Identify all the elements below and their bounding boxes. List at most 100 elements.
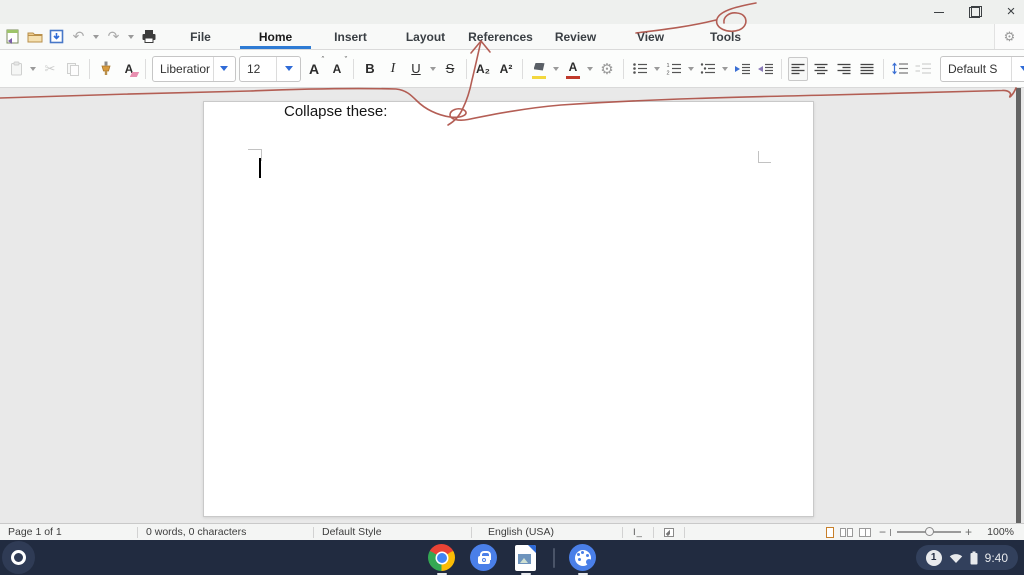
text-cursor	[259, 158, 261, 178]
underline-dropdown[interactable]	[430, 66, 436, 71]
paragraph-style-combobox[interactable]: Default S	[940, 55, 1024, 82]
strikethrough-button[interactable]: S	[440, 57, 460, 81]
cut-button[interactable]: ✂	[40, 57, 60, 81]
launcher-icon	[11, 550, 26, 565]
app-libreoffice-writer[interactable]	[511, 543, 540, 572]
app-gallery-palette[interactable]	[568, 543, 597, 572]
quick-toolbar: ↶ ↷	[0, 24, 163, 49]
document-app-icon	[515, 544, 536, 571]
subscript-button[interactable]: A₂	[473, 57, 493, 81]
redo-button[interactable]: ↷	[105, 28, 122, 45]
view-layout-buttons	[825, 526, 879, 538]
launcher-button[interactable]	[2, 541, 35, 574]
undo-button[interactable]: ↶	[70, 28, 87, 45]
numbered-list-button[interactable]: 12	[664, 57, 684, 81]
increase-font-size-button[interactable]: Aˆ	[304, 57, 324, 81]
battery-icon	[970, 551, 978, 564]
notebookbar-settings-gear-icon[interactable]: ⚙	[994, 24, 1024, 49]
superscript-button[interactable]: A²	[496, 57, 516, 81]
tab-file[interactable]: File	[163, 24, 238, 49]
font-size-combobox[interactable]: 12	[239, 55, 301, 82]
tab-review[interactable]: Review	[538, 24, 613, 49]
language-label[interactable]: English (USA)	[472, 526, 622, 538]
justify-button[interactable]	[857, 57, 877, 81]
zoom-in-button[interactable]: +	[965, 526, 972, 538]
document-page[interactable]: Collapse these:	[203, 101, 814, 517]
outline-list-dropdown[interactable]	[722, 66, 728, 71]
decrease-font-size-button[interactable]: Aˇ	[327, 57, 347, 81]
font-name-combobox[interactable]: Liberatior	[152, 55, 236, 82]
clear-formatting-button[interactable]: A	[119, 57, 139, 81]
home-toolbar: ✂ A Liberatior 12 Aˆ Aˇ B I U S A₂ A² A …	[0, 50, 1024, 88]
highlight-color-dropdown[interactable]	[553, 66, 559, 71]
svg-text:2: 2	[667, 71, 670, 76]
highlight-color-button[interactable]	[529, 57, 549, 81]
highlighter-icon	[533, 62, 545, 71]
decrease-indent-button[interactable]	[755, 57, 775, 81]
undo-dropdown[interactable]	[93, 34, 99, 39]
page-count-label[interactable]: Page 1 of 1	[0, 526, 137, 538]
paragraph-spacing-button[interactable]	[913, 57, 933, 81]
chromeos-shelf: 1 9:40	[0, 540, 1024, 575]
book-view-button[interactable]	[858, 527, 871, 537]
status-bar: Page 1 of 1 0 words, 0 characters Defaul…	[0, 523, 1024, 540]
new-document-button[interactable]	[4, 28, 21, 45]
chrome-icon	[428, 544, 455, 571]
italic-button[interactable]: I	[383, 57, 403, 81]
word-count-label[interactable]: 0 words, 0 characters	[138, 526, 313, 538]
palette-icon	[569, 544, 596, 571]
page-style-label[interactable]: Default Style	[314, 526, 471, 538]
zoom-control: − +	[879, 526, 980, 538]
multi-page-view-button[interactable]	[839, 527, 853, 537]
vertical-scrollbar[interactable]	[1016, 88, 1021, 523]
paste-dropdown[interactable]	[30, 66, 36, 71]
zoom-slider-thumb[interactable]	[924, 527, 934, 536]
minimize-button[interactable]	[932, 5, 946, 19]
svg-text:1: 1	[667, 63, 670, 69]
bullet-list-button[interactable]	[630, 57, 650, 81]
document-area[interactable]: Collapse these:	[0, 88, 1024, 523]
single-page-view-button[interactable]	[825, 526, 834, 538]
save-button[interactable]	[48, 28, 65, 45]
paste-button[interactable]	[6, 57, 26, 81]
bold-button[interactable]: B	[360, 57, 380, 81]
zoom-slider[interactable]	[896, 527, 961, 536]
underline-button[interactable]: U	[406, 57, 426, 81]
redo-dropdown[interactable]	[128, 34, 134, 39]
font-color-button[interactable]: A	[563, 57, 583, 81]
app-lock-sync[interactable]	[469, 543, 498, 572]
zoom-level-label[interactable]: 100%	[980, 526, 1024, 538]
align-left-button[interactable]	[788, 56, 808, 81]
selection-mode-indicator[interactable]	[654, 525, 684, 540]
close-button[interactable]: ×	[1004, 4, 1018, 19]
restore-button[interactable]	[968, 5, 982, 19]
paragraph-style-dropdown[interactable]	[1011, 56, 1024, 81]
zoom-out-button[interactable]: −	[879, 526, 886, 538]
status-tray[interactable]: 1 9:40	[915, 545, 1018, 570]
align-center-button[interactable]	[811, 57, 831, 81]
increase-indent-button[interactable]	[732, 57, 752, 81]
app-chrome[interactable]	[427, 543, 456, 572]
outline-list-button[interactable]	[698, 57, 718, 81]
character-dialog-button[interactable]: ⚙	[597, 57, 617, 81]
tab-insert[interactable]: Insert	[313, 24, 388, 49]
tab-tools[interactable]: Tools	[688, 24, 763, 49]
numbered-list-dropdown[interactable]	[688, 66, 694, 71]
clone-formatting-button[interactable]	[96, 57, 116, 81]
tab-layout[interactable]: Layout	[388, 24, 463, 49]
tab-references[interactable]: References	[463, 24, 538, 49]
font-size-dropdown[interactable]	[276, 56, 300, 81]
copy-button[interactable]	[63, 57, 83, 81]
tab-home[interactable]: Home	[238, 24, 313, 49]
insert-mode-indicator[interactable]: I_	[623, 525, 653, 540]
lock-sync-icon	[470, 544, 497, 571]
tab-view[interactable]: View	[613, 24, 688, 49]
print-button[interactable]	[140, 28, 157, 45]
menu-tab-bar: ↶ ↷ File Home Insert Layout References R…	[0, 24, 1024, 50]
bullet-list-dropdown[interactable]	[654, 66, 660, 71]
align-right-button[interactable]	[834, 57, 854, 81]
open-folder-button[interactable]	[26, 28, 43, 45]
line-spacing-button[interactable]	[890, 57, 910, 81]
font-name-dropdown[interactable]	[212, 56, 235, 81]
font-color-dropdown[interactable]	[587, 66, 593, 71]
